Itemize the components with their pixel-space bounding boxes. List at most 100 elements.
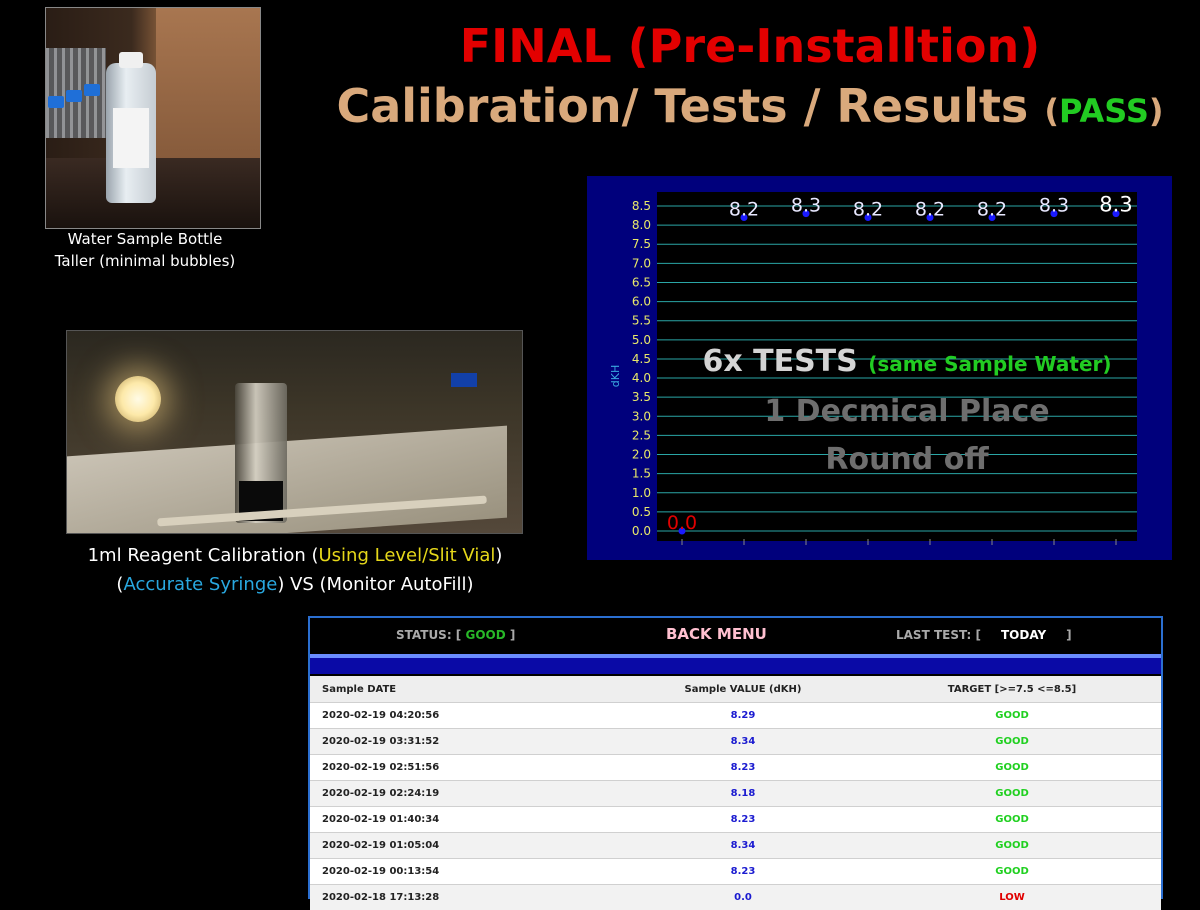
- y-tick-label: 8.0: [632, 218, 651, 232]
- paper-backdrop: [67, 426, 507, 534]
- y-tick-label: 3.5: [632, 390, 651, 404]
- status-prefix: STATUS: [: [396, 628, 465, 642]
- overlay-same-water-text: (same Sample Water): [868, 352, 1111, 376]
- cell-target: GOOD: [864, 833, 1161, 859]
- table-row: 2020-02-19 03:31:528.34GOOD: [310, 729, 1161, 755]
- cell-value: 0.0: [623, 885, 864, 910]
- table-header-row: Sample DATE Sample VALUE (dKH) TARGET [>…: [310, 676, 1161, 703]
- table-row: 2020-02-18 17:13:280.0LOW: [310, 885, 1161, 910]
- reagent-vial-photo: [66, 330, 523, 534]
- table-row: 2020-02-19 00:13:548.23GOOD: [310, 859, 1161, 885]
- reagent-caption-e: Accurate Syringe: [123, 574, 277, 595]
- overlay-line3: Round off: [825, 442, 989, 477]
- blue-fitting-icon: [48, 96, 64, 108]
- y-tick-label: 3.0: [632, 409, 651, 423]
- last-suffix: ]: [1066, 628, 1071, 642]
- water-sample-bottle-photo: [45, 7, 261, 229]
- blue-fitting-icon: [66, 90, 82, 102]
- data-label: 8.2: [977, 198, 1007, 220]
- data-label: 8.2: [853, 198, 883, 220]
- last-value: TODAY: [981, 628, 1066, 642]
- cell-target: LOW: [864, 885, 1161, 910]
- data-label: 0.0: [667, 512, 697, 534]
- status-value: GOOD: [465, 628, 505, 642]
- cell-value: 8.23: [623, 755, 864, 781]
- water-bottle-caption-line1: Water Sample Bottle: [40, 228, 250, 250]
- panel-topbar: STATUS: [ GOOD ] BACK MENU LAST TEST: [T…: [310, 618, 1161, 654]
- col-header-target: TARGET [>=7.5 <=8.5]: [864, 676, 1161, 703]
- cell-value: 8.18: [623, 781, 864, 807]
- pass-close-paren: ): [1149, 92, 1164, 130]
- title-line2: Calibration/ Tests / Results (PASS): [300, 74, 1200, 143]
- reagent-caption-c: ): [495, 545, 502, 566]
- table-row: 2020-02-19 01:40:348.23GOOD: [310, 807, 1161, 833]
- water-bottle-caption: Water Sample Bottle Taller (minimal bubb…: [40, 228, 250, 272]
- status-indicator: STATUS: [ GOOD ]: [396, 628, 515, 642]
- cell-value: 8.34: [623, 833, 864, 859]
- y-tick-label: 1.0: [632, 486, 651, 500]
- y-tick-label: 7.0: [632, 256, 651, 270]
- dkh-chart-svg: 0.00.51.01.52.02.53.03.54.04.55.05.56.06…: [587, 176, 1172, 560]
- y-tick-label: 1.5: [632, 467, 651, 481]
- y-tick-label: 5.0: [632, 333, 651, 347]
- table-row: 2020-02-19 02:24:198.18GOOD: [310, 781, 1161, 807]
- cell-date: 2020-02-19 01:05:04: [310, 833, 623, 859]
- reagent-caption-a: 1ml Reagent Calibration (: [88, 545, 319, 566]
- reagent-caption: 1ml Reagent Calibration (Using Level/Sli…: [40, 541, 550, 599]
- reagent-caption-f: ) VS (Monitor AutoFill): [277, 574, 473, 595]
- title-line2-text: Calibration/ Tests / Results: [336, 79, 1028, 133]
- results-panel: STATUS: [ GOOD ] BACK MENU LAST TEST: [T…: [308, 616, 1163, 899]
- y-tick-label: 6.0: [632, 295, 651, 309]
- cell-target: GOOD: [864, 729, 1161, 755]
- cell-date: 2020-02-18 17:13:28: [310, 885, 623, 910]
- cell-date: 2020-02-19 00:13:54: [310, 859, 623, 885]
- y-tick-label: 2.5: [632, 428, 651, 442]
- cell-target: GOOD: [864, 781, 1161, 807]
- water-bottle-caption-line2: Taller (minimal bubbles): [40, 250, 250, 272]
- data-label: 8.3: [1039, 195, 1069, 217]
- pass-open-paren: (: [1044, 92, 1059, 130]
- last-prefix: LAST TEST: [: [896, 628, 981, 642]
- title-line1: FINAL (Pre-Installtion): [300, 18, 1200, 74]
- reagent-caption-b: Using Level/Slit Vial: [319, 545, 496, 566]
- table-row: 2020-02-19 01:05:048.34GOOD: [310, 833, 1161, 859]
- bottle-label: [113, 108, 149, 168]
- overlay-line2: 1 Decmical Place: [764, 394, 1049, 429]
- cell-date: 2020-02-19 04:20:56: [310, 703, 623, 729]
- cell-value: 8.29: [623, 703, 864, 729]
- reagent-caption-line2: (Accurate Syringe) VS (Monitor AutoFill): [40, 570, 550, 599]
- y-tick-label: 8.5: [632, 199, 651, 213]
- y-tick-label: 4.0: [632, 371, 651, 385]
- col-header-value: Sample VALUE (dKH): [623, 676, 864, 703]
- back-menu-link[interactable]: BACK MENU: [666, 625, 767, 643]
- cell-date: 2020-02-19 01:40:34: [310, 807, 623, 833]
- page-title: FINAL (Pre-Installtion) Calibration/ Tes…: [300, 18, 1200, 143]
- pass-badge: PASS: [1059, 92, 1149, 130]
- cell-date: 2020-02-19 02:24:19: [310, 781, 623, 807]
- y-axis-label: dKH: [609, 365, 622, 387]
- overlay-tests-text: 6x TESTS: [702, 344, 868, 379]
- blue-indicator: [451, 373, 477, 387]
- status-suffix: ]: [506, 628, 516, 642]
- y-tick-label: 6.5: [632, 275, 651, 289]
- y-tick-label: 4.5: [632, 352, 651, 366]
- cell-target: GOOD: [864, 755, 1161, 781]
- bottle-cap: [119, 52, 143, 68]
- table-row: 2020-02-19 02:51:568.23GOOD: [310, 755, 1161, 781]
- last-test-indicator: LAST TEST: [TODAY]: [896, 628, 1072, 642]
- y-tick-label: 2.0: [632, 448, 651, 462]
- y-tick-label: 7.5: [632, 237, 651, 251]
- blue-divider-bar: [310, 654, 1161, 674]
- cell-date: 2020-02-19 03:31:52: [310, 729, 623, 755]
- results-table: Sample DATE Sample VALUE (dKH) TARGET [>…: [310, 676, 1161, 910]
- data-label: 8.2: [729, 198, 759, 220]
- data-label: 8.2: [915, 198, 945, 220]
- data-label: 8.3: [1099, 193, 1132, 217]
- cell-value: 8.34: [623, 729, 864, 755]
- dkh-chart: 0.00.51.01.52.02.53.03.54.04.55.05.56.06…: [587, 176, 1172, 560]
- blue-fitting-icon: [84, 84, 100, 96]
- cell-value: 8.23: [623, 807, 864, 833]
- data-label: 8.3: [791, 195, 821, 217]
- cell-target: GOOD: [864, 807, 1161, 833]
- cell-target: GOOD: [864, 859, 1161, 885]
